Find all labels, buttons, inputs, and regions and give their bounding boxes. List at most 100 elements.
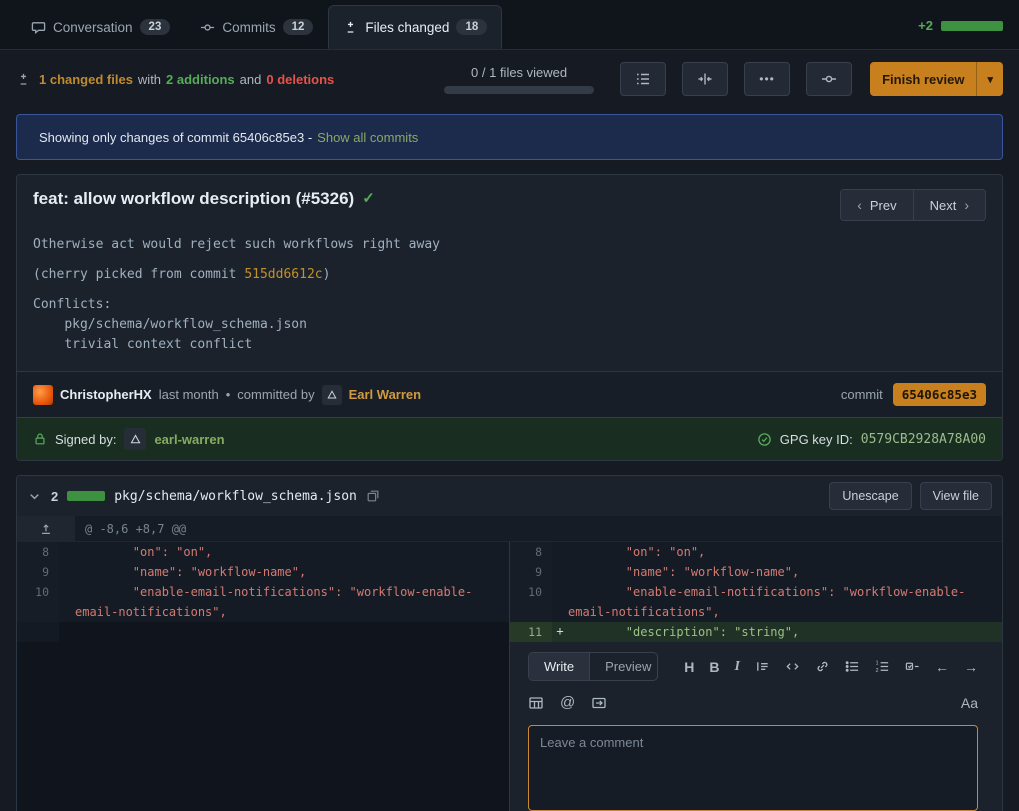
task-list-icon[interactable] (905, 659, 920, 674)
line-number[interactable]: 11 (510, 622, 552, 642)
code-text: "on": "on", (75, 542, 509, 562)
cross-reference-icon[interactable] (591, 695, 607, 711)
line-number[interactable]: 9 (17, 562, 59, 582)
prev-commit-button[interactable]: ‹ Prev (841, 190, 912, 220)
editor-mode-tabs: Write Preview (528, 652, 658, 681)
diff-sign (552, 582, 568, 622)
quote-icon[interactable] (755, 659, 770, 674)
diff-icon (16, 72, 31, 87)
expand-hunk-button[interactable] (17, 516, 75, 541)
diff-options-button[interactable]: ••• (744, 62, 790, 96)
cherry-pick-sha-link[interactable]: 515dd6612c (244, 267, 322, 282)
signer-username-link[interactable]: earl-warren (154, 432, 224, 447)
pr-tab-bar: Conversation 23 Commits 12 Files changed… (0, 0, 1019, 50)
diff-line-old-empty (17, 622, 509, 642)
diff-hunk-row: @ -8,6 +8,7 @@ (17, 516, 1002, 542)
line-number[interactable]: 10 (17, 582, 59, 622)
font-size-toggle-icon[interactable]: Aa (961, 695, 978, 711)
code-text: "enable-email-notifications": "workflow-… (568, 582, 1002, 622)
files-viewed-progress: 0 / 1 files viewed (444, 65, 594, 94)
diff-view-style-button[interactable] (682, 62, 728, 96)
unordered-list-icon[interactable] (845, 659, 860, 674)
diff-line-new-9[interactable]: 9 "name": "workflow-name", (510, 562, 1002, 582)
caret-down-icon: ▾ (977, 73, 1003, 86)
commit-sha-badge[interactable]: 65406c85e3 (893, 383, 986, 406)
commit-select-button[interactable] (806, 62, 852, 96)
file-tree-toggle-button[interactable] (620, 62, 666, 96)
tab-files-changed[interactable]: Files changed 18 (328, 5, 502, 49)
diffstat-bar (941, 21, 1003, 31)
diff-line-old-10[interactable]: 10 "enable-email-notifications": "workfl… (17, 582, 509, 622)
diff-sign (59, 562, 75, 582)
tab-conversation[interactable]: Conversation 23 (16, 5, 185, 49)
committer-username[interactable]: Earl Warren (349, 387, 422, 402)
diff-file-box: 2 pkg/schema/workflow_schema.json Unesca… (16, 475, 1003, 811)
arrow-left-icon[interactable]: ← (935, 659, 949, 675)
line-number[interactable]: 10 (510, 582, 552, 622)
deletions-count: 0 deletions (266, 72, 334, 87)
write-tab[interactable]: Write (529, 653, 589, 680)
line-number[interactable]: 8 (510, 542, 552, 562)
signer-avatar[interactable] (124, 428, 146, 450)
diff-stats: +2 (918, 18, 1003, 49)
show-all-commits-link[interactable]: Show all commits (317, 130, 418, 145)
static-text: (cherry picked from commit (33, 267, 244, 282)
markdown-toolbar-secondary: @ Aa (528, 694, 978, 711)
diffstat-additions: +2 (918, 18, 933, 33)
svg-text:1: 1 (875, 661, 878, 667)
diff-line-old-9[interactable]: 9 "name": "workflow-name", (17, 562, 509, 582)
commit-title: feat: allow workflow description (#5326) (33, 189, 354, 209)
committer-avatar[interactable] (322, 385, 342, 405)
line-number[interactable]: 9 (510, 562, 552, 582)
code-text: "on": "on", (568, 542, 1002, 562)
diff-line-new-10[interactable]: 10 "enable-email-notifications": "workfl… (510, 582, 1002, 622)
bold-icon[interactable]: B (709, 659, 719, 675)
code-icon[interactable] (785, 659, 800, 674)
next-commit-button[interactable]: Next › (913, 190, 985, 220)
tab-commits[interactable]: Commits 12 (185, 5, 328, 49)
diff-line-new-8[interactable]: 8 "on": "on", (510, 542, 1002, 562)
author-avatar[interactable] (33, 385, 53, 405)
editor-tabs-and-toolbar: Write Preview H B I (528, 652, 978, 681)
table-icon[interactable] (528, 695, 544, 711)
diff-split-view: 8 "on": "on", 9 "name": "workflow-name",… (17, 542, 1002, 811)
ordered-list-icon[interactable]: 12 (875, 659, 890, 674)
commit-header: feat: allow workflow description (#5326)… (17, 175, 1002, 225)
static-text: and (240, 72, 262, 87)
collapse-file-chevron-icon[interactable] (27, 489, 42, 504)
svg-text:2: 2 (875, 668, 878, 674)
hunk-header-text: @ -8,6 +8,7 @@ (75, 516, 1002, 541)
chevron-left-icon: ‹ (857, 197, 862, 213)
diff-sign (59, 582, 75, 622)
cherry-pick-line: (cherry picked from commit 515dd6612c) (33, 265, 986, 285)
preview-tab[interactable]: Preview (589, 653, 658, 680)
commit-signature-row: Signed by: earl-warren GPG key ID: 0579C… (17, 417, 1002, 460)
mention-icon[interactable]: @ (560, 694, 575, 711)
italic-icon[interactable]: I (735, 659, 740, 675)
copy-path-icon[interactable] (366, 489, 380, 503)
file-changes-count: 2 (51, 489, 58, 504)
comment-textarea[interactable] (528, 725, 978, 811)
diff-icon (343, 20, 358, 35)
files-summary-toolbar: 1 changed files with 2 additions and 0 d… (0, 50, 1019, 108)
finish-review-button[interactable]: Finish review ▾ (870, 62, 1003, 96)
files-changed-count-badge: 18 (456, 19, 487, 35)
unescape-button[interactable]: Unescape (829, 482, 911, 510)
heading-icon[interactable]: H (684, 659, 694, 675)
diff-old-side: 8 "on": "on", 9 "name": "workflow-name",… (17, 542, 509, 811)
chevron-right-icon: › (964, 197, 969, 213)
gpg-key-group: GPG key ID: 0579CB2928A78A00 (757, 432, 986, 447)
arrow-right-icon[interactable]: → (964, 659, 978, 675)
author-username[interactable]: ChristopherHX (60, 387, 152, 402)
view-file-button[interactable]: View file (920, 482, 992, 510)
diff-line-old-8[interactable]: 8 "on": "on", (17, 542, 509, 562)
expand-up-icon (39, 522, 53, 536)
commit-icon (200, 20, 215, 35)
line-number[interactable]: 8 (17, 542, 59, 562)
diff-sign: + (552, 622, 568, 642)
link-icon[interactable] (815, 659, 830, 674)
file-path[interactable]: pkg/schema/workflow_schema.json (114, 489, 357, 504)
diff-line-new-11-added[interactable]: 11 + "description": "string", (510, 622, 1002, 642)
changed-files-count: 1 changed files (39, 72, 133, 87)
diff-sign (552, 562, 568, 582)
